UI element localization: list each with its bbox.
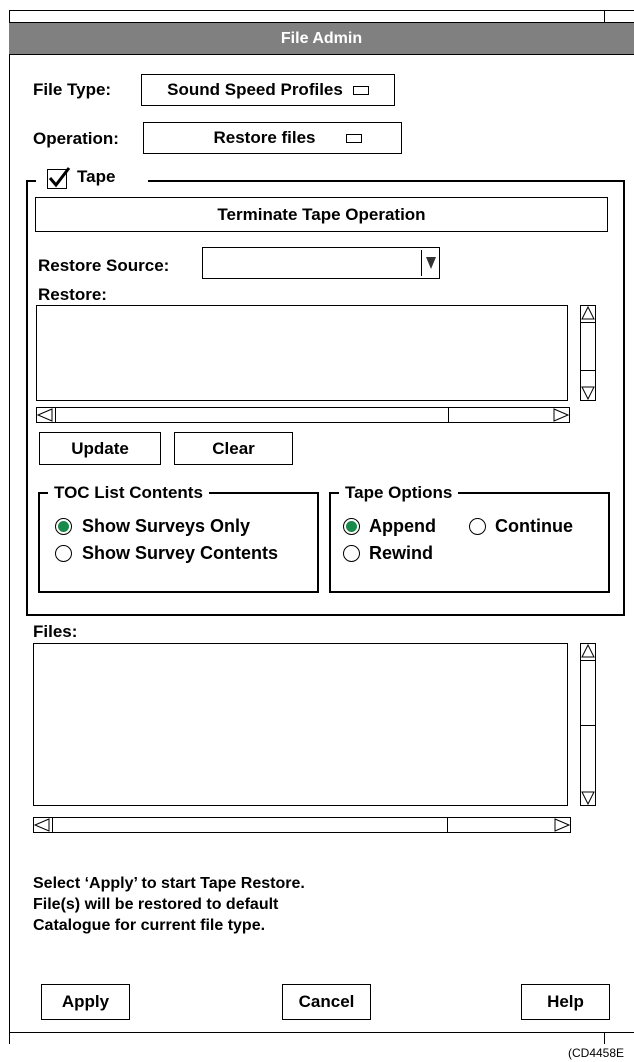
files-list[interactable] [33,643,568,806]
option-menu-indicator-icon [345,133,362,143]
rewind-radio[interactable] [343,545,360,562]
cancel-button[interactable]: Cancel [282,984,371,1020]
operation-value: Restore files [213,128,316,147]
title-bar[interactable]: File Admin [9,22,634,55]
scroll-thumb[interactable] [581,322,595,371]
figure-id-caption: (CD4458E [568,1046,625,1060]
show-surveys-only-radio[interactable] [55,518,72,535]
tape-label: Tape [77,167,116,186]
files-label: Files: [33,622,78,641]
restore-horizontal-scrollbar[interactable] [36,407,570,423]
restore-label: Restore: [38,285,107,304]
cancel-label: Cancel [298,992,355,1011]
scroll-thumb[interactable] [55,408,449,422]
apply-button[interactable]: Apply [41,984,130,1020]
window-title: File Admin [280,30,363,47]
dropdown-arrow-icon[interactable] [426,257,436,269]
window-bottom-edge [9,1032,634,1033]
continue-label: Continue [495,516,573,536]
scroll-left-arrow-icon[interactable] [37,408,53,422]
rewind-label: Rewind [369,543,434,563]
toc-list-contents-title: TOC List Contents [48,482,209,504]
file-type-value: Sound Speed Profiles [167,80,343,99]
tape-options-title: Tape Options [339,482,459,504]
scroll-up-arrow-icon[interactable] [581,306,595,320]
file-type-option-menu[interactable]: Sound Speed Profiles [141,74,395,106]
clear-label: Clear [212,438,255,458]
append-label: Append [369,516,436,536]
scroll-right-arrow-icon[interactable] [554,818,570,832]
scroll-down-arrow-icon[interactable] [581,386,595,400]
show-surveys-only-label: Show Surveys Only [82,516,251,536]
show-survey-contents-label: Show Survey Contents [82,543,279,563]
combobox-divider [421,250,422,276]
update-label: Update [71,438,129,458]
append-radio[interactable] [343,518,360,535]
message-line-2: File(s) will be restored to default [33,896,279,913]
clear-button[interactable]: Clear [174,432,293,465]
window-bottom-tick [604,1032,605,1044]
file-type-label: File Type: [33,80,112,99]
scroll-right-arrow-icon[interactable] [553,408,569,422]
terminate-tape-operation-label: Terminate Tape Operation [217,204,426,224]
restore-vertical-scrollbar[interactable] [580,305,596,401]
checkmark-icon [48,167,71,188]
operation-label: Operation: [33,129,119,148]
files-horizontal-scrollbar[interactable] [33,817,571,833]
help-label: Help [547,992,584,1011]
show-survey-contents-radio[interactable] [55,545,72,562]
message-line-3: Catalogue for current file type. [33,917,266,934]
scroll-left-arrow-icon[interactable] [34,818,50,832]
operation-option-menu[interactable]: Restore files [143,122,402,154]
scroll-thumb[interactable] [52,818,448,832]
update-button[interactable]: Update [39,432,161,465]
scroll-thumb[interactable] [581,660,595,726]
restore-source-label: Restore Source: [38,256,170,275]
message-line-1: Select ‘Apply’ to start Tape Restore. [33,875,305,892]
apply-label: Apply [61,992,110,1011]
option-menu-indicator-icon [352,85,369,95]
terminate-tape-operation-button[interactable]: Terminate Tape Operation [35,197,608,232]
scroll-up-arrow-icon[interactable] [581,644,595,658]
help-button[interactable]: Help [521,984,610,1020]
window-right-edge [604,10,605,22]
tape-checkbox[interactable] [47,167,71,189]
scroll-down-arrow-icon[interactable] [581,791,595,805]
files-vertical-scrollbar[interactable] [580,643,596,806]
restore-list[interactable] [36,305,568,401]
continue-radio[interactable] [469,518,486,535]
restore-source-combobox[interactable] [202,247,440,279]
